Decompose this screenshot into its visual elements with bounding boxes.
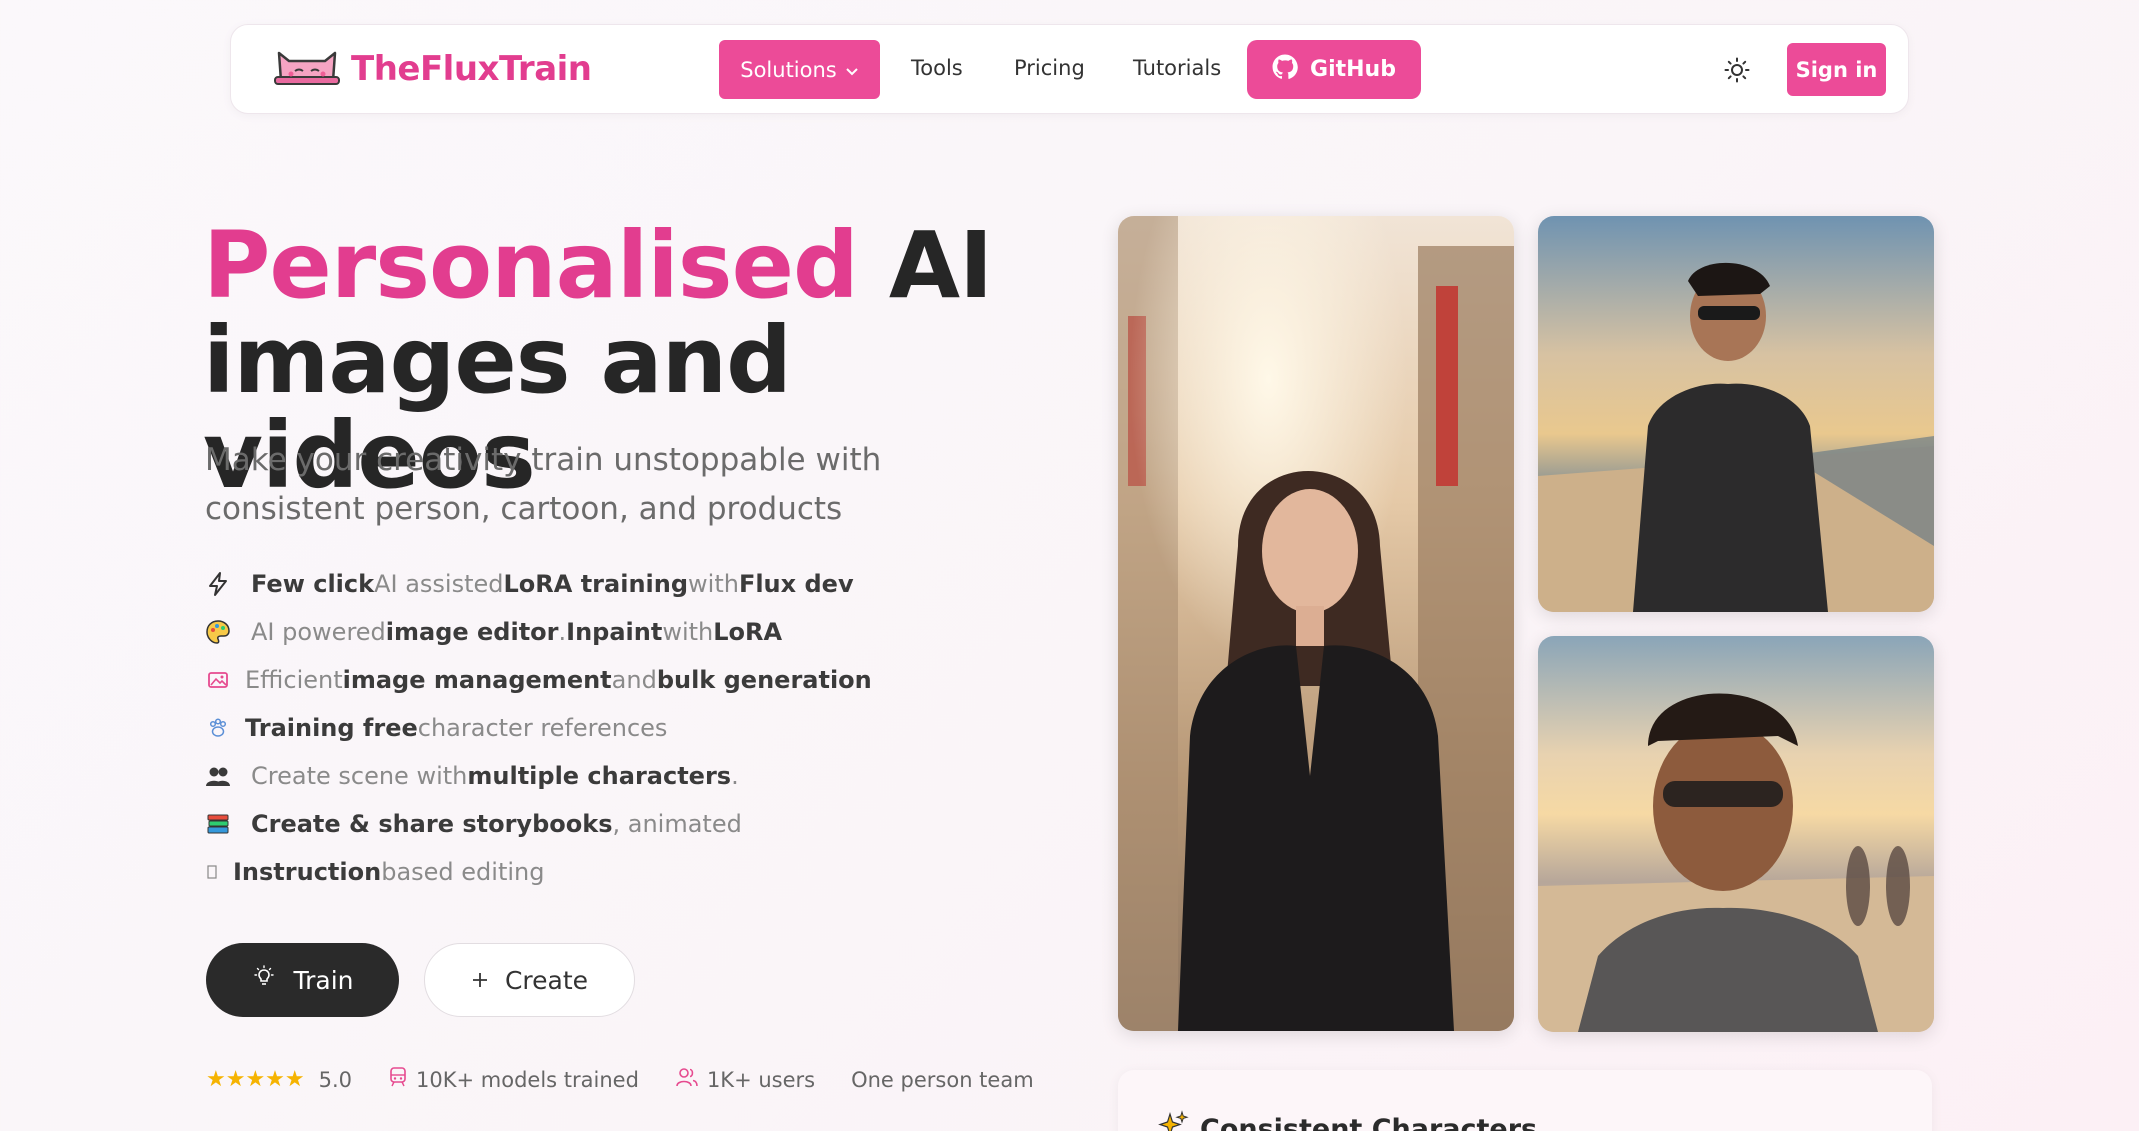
nav-link-tools[interactable]: Tools bbox=[911, 56, 963, 80]
feature-text: LoRA bbox=[713, 618, 783, 646]
solutions-label: Solutions bbox=[740, 57, 837, 82]
feature-text: Training free bbox=[245, 714, 418, 742]
feature-text: and bbox=[611, 666, 657, 694]
users-stat: 1K+ users bbox=[675, 1066, 815, 1093]
sparkles-icon bbox=[1158, 1110, 1190, 1131]
feature-text: with bbox=[688, 570, 739, 598]
feature-item: AI powered image editor. Inpaint with Lo… bbox=[205, 618, 782, 646]
feature-text: Create scene with bbox=[251, 762, 468, 790]
feature-text: Create & share storybooks bbox=[251, 810, 613, 838]
feature-item: Efficient image management and bulk gene… bbox=[205, 666, 872, 694]
feature-text: . bbox=[558, 618, 567, 646]
feature-text: , animated bbox=[612, 810, 742, 838]
rating-value: 5.0 bbox=[318, 1067, 353, 1092]
hero-title-ai: AI bbox=[888, 212, 993, 319]
gallery-photo-man-sunset bbox=[1538, 636, 1934, 1032]
github-button[interactable]: GitHub bbox=[1247, 40, 1421, 99]
feature-text: character references bbox=[417, 714, 668, 742]
nav-link-pricing[interactable]: Pricing bbox=[1014, 56, 1085, 80]
hero-title-accent: Personalised bbox=[203, 212, 859, 319]
gallery-photo-man-beach bbox=[1538, 216, 1934, 612]
gallery-photo-woman-street bbox=[1118, 216, 1514, 1031]
github-icon bbox=[1272, 54, 1298, 86]
feature-text: LoRA training bbox=[503, 570, 689, 598]
feature-text: Efficient bbox=[245, 666, 343, 694]
feature-text: AI assisted bbox=[374, 570, 504, 598]
solutions-dropdown-button[interactable]: Solutions bbox=[719, 40, 880, 99]
feature-text: Instruction bbox=[233, 858, 382, 886]
models-stat-text: 10K+ models trained bbox=[416, 1067, 639, 1092]
feature-item: Few click AI assisted LoRA training with… bbox=[205, 570, 854, 598]
train-button[interactable]: Train bbox=[206, 943, 399, 1017]
stats-row: ★★★★★ 5.0 10K+ models trained 1K+ users … bbox=[206, 1066, 1034, 1093]
users-stat-text: 1K+ users bbox=[706, 1067, 816, 1092]
feature-text: image management bbox=[342, 666, 612, 694]
nav-link-tutorials[interactable]: Tutorials bbox=[1133, 56, 1221, 80]
placeholder-glyph-icon bbox=[205, 859, 219, 885]
feature-item: Create scene with multiple characters. bbox=[205, 762, 739, 790]
lightning-icon bbox=[205, 571, 231, 597]
feature-item: Training free character references bbox=[205, 714, 667, 742]
feature-text: based editing bbox=[381, 858, 545, 886]
rating-stars: ★★★★★ bbox=[206, 1067, 305, 1092]
hero-subtitle: Make your creativity train unstoppable w… bbox=[205, 442, 882, 527]
train-icon bbox=[388, 1066, 408, 1093]
feature-item: Create & share storybooks, animated bbox=[205, 810, 742, 838]
feature-text: multiple characters bbox=[467, 762, 732, 790]
feature-text: with bbox=[662, 618, 714, 646]
card-title-text: Consistent Characters bbox=[1200, 1114, 1538, 1131]
models-stat: 10K+ models trained bbox=[388, 1066, 639, 1093]
chevron-down-icon bbox=[845, 58, 859, 82]
feature-text: . bbox=[731, 762, 739, 790]
group-icon bbox=[205, 763, 231, 789]
feature-item: Instruction based editing bbox=[205, 858, 544, 886]
feature-text: image editor bbox=[385, 618, 559, 646]
paw-icon bbox=[205, 715, 231, 741]
cat-logo-icon bbox=[273, 47, 341, 91]
feature-text: bulk generation bbox=[656, 666, 872, 694]
train-label: Train bbox=[293, 965, 354, 995]
github-label: GitHub bbox=[1310, 57, 1396, 82]
brand-name: TheFluxTrain bbox=[351, 49, 592, 89]
top-navbar: TheFluxTrain Solutions Tools Pricing Tut… bbox=[230, 24, 1909, 114]
books-icon bbox=[205, 811, 231, 837]
users-icon bbox=[675, 1066, 699, 1093]
image-gallery-icon bbox=[205, 667, 231, 693]
feature-text: AI powered bbox=[251, 618, 386, 646]
palette-icon bbox=[205, 619, 231, 645]
create-button[interactable]: Create bbox=[424, 943, 635, 1017]
plus-icon bbox=[471, 966, 489, 995]
feature-text: Few click bbox=[251, 570, 375, 598]
brand-logo[interactable]: TheFluxTrain bbox=[273, 47, 592, 91]
create-label: Create bbox=[504, 965, 589, 995]
team-stat-text: One person team bbox=[851, 1067, 1034, 1092]
card-title: Consistent Characters bbox=[1158, 1110, 1537, 1131]
sun-icon[interactable] bbox=[1724, 57, 1750, 83]
lightbulb-icon bbox=[252, 965, 276, 995]
feature-text: Flux dev bbox=[738, 570, 854, 598]
feature-text: Inpaint bbox=[566, 618, 663, 646]
feature-card-consistent-characters: Consistent Characters bbox=[1118, 1070, 1932, 1131]
sign-in-button[interactable]: Sign in bbox=[1787, 43, 1886, 96]
